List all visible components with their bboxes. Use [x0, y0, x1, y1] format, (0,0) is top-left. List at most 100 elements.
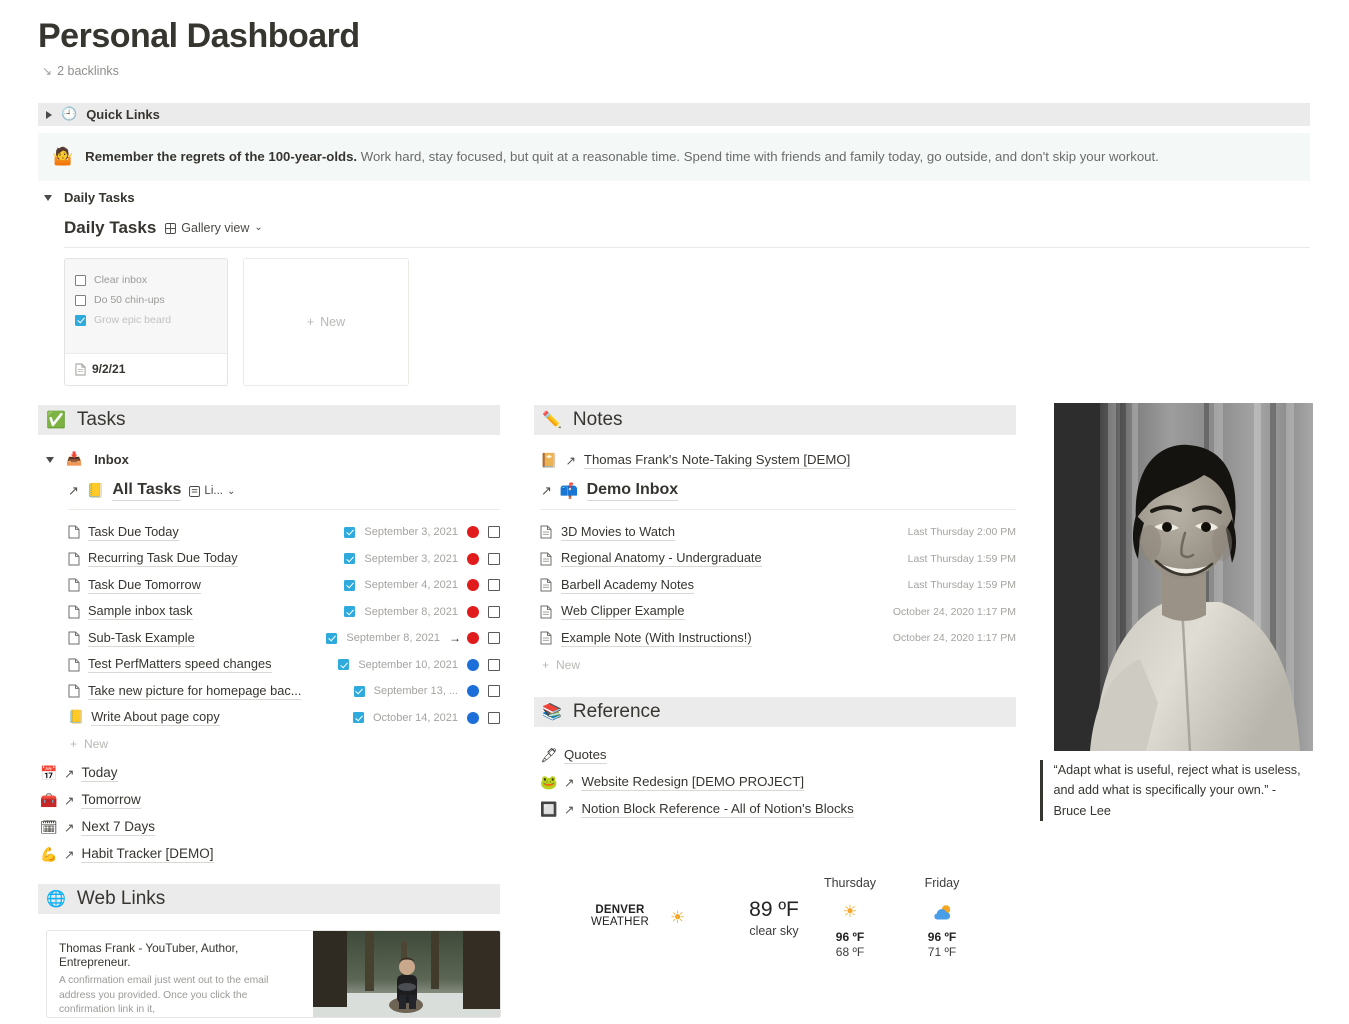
task-name[interactable]: Write About page copy [91, 709, 220, 727]
nav-link-label: Next 7 Days [81, 819, 156, 836]
list-item[interactable]: Web Clipper Example October 24, 2020 1:1… [540, 599, 1016, 626]
gallery-card[interactable]: Clear inbox Do 50 chin-ups Grow epic bea… [64, 258, 228, 386]
chevron-down-icon[interactable]: ⌄ [254, 222, 262, 233]
table-row[interactable]: 📒 Write About page copy October 14, 2021 [68, 705, 500, 732]
grid-icon [165, 223, 177, 234]
checkbox-unchecked[interactable] [488, 658, 500, 671]
checkbox-unchecked[interactable] [75, 274, 86, 286]
checkbox-unchecked[interactable] [488, 526, 500, 539]
check-mark-icon: ✅ [46, 410, 66, 429]
demo-inbox-db-header[interactable]: ↗ 📫 Demo Inbox [541, 481, 679, 501]
bookmark-card[interactable]: Thomas Frank - YouTuber, Author, Entrepr… [46, 930, 501, 1018]
page-icon [68, 525, 80, 539]
card-todo-item[interactable]: Do 50 chin-ups [75, 290, 217, 310]
note-name[interactable]: Web Clipper Example [561, 603, 685, 621]
checkbox-unchecked[interactable] [488, 685, 500, 698]
checkbox-checked[interactable] [344, 579, 356, 591]
task-name[interactable]: Test PerfMatters speed changes [88, 656, 272, 674]
checkbox-checked[interactable] [353, 685, 365, 697]
list-view-label: Li... [204, 485, 223, 497]
task-name[interactable]: Sample inbox task [88, 603, 193, 621]
chevron-down-icon[interactable]: ⌄ [227, 486, 235, 497]
chevron-down-icon[interactable] [44, 194, 52, 201]
list-item[interactable]: Barbell Academy Notes Last Thursday 1:59… [540, 572, 1016, 599]
note-name[interactable]: Barbell Academy Notes [561, 577, 695, 594]
chevron-down-icon[interactable] [46, 456, 54, 463]
task-date: September 10, 2021 [358, 658, 458, 671]
checkbox-unchecked[interactable] [488, 552, 500, 565]
task-name[interactable]: Task Due Tomorrow [88, 577, 201, 594]
note-timestamp: Last Thursday 2:00 PM [907, 526, 1016, 539]
task-meta: September 10, 2021 [338, 658, 500, 671]
checkbox-checked[interactable] [344, 553, 356, 565]
list-view-selector[interactable]: Li... ⌄ [189, 484, 235, 498]
table-row[interactable]: Sub-Task Example September 8, 2021 → [68, 625, 500, 652]
chevron-right-icon[interactable] [46, 110, 52, 119]
reference-link-notion-block-reference[interactable]: 🔲 ↗ Notion Block Reference - All of Noti… [540, 796, 854, 823]
checkbox-checked[interactable] [338, 659, 350, 671]
checkbox-checked[interactable] [326, 632, 338, 644]
section-header-web-links: 🌐 Web Links [38, 884, 500, 914]
nav-link-tomorrow[interactable]: 🧰 ↗ Tomorrow [40, 787, 214, 814]
gallery-view-selector[interactable]: Gallery view ⌄ [165, 221, 263, 235]
card-todo-label: Do 50 chin-ups [94, 294, 165, 306]
divider [64, 247, 1310, 248]
nav-link-next-7-days[interactable]: 🗓 ↗ Next 7 Days [40, 814, 214, 841]
all-tasks-db-name[interactable]: All Tasks [112, 481, 182, 501]
page-icon [68, 552, 80, 566]
daily-tasks-db-name[interactable]: Daily Tasks [64, 218, 156, 238]
checkbox-unchecked[interactable] [75, 294, 86, 306]
new-task-button[interactable]: + New [68, 731, 500, 757]
table-row[interactable]: Sample inbox task September 8, 2021 [68, 599, 500, 626]
task-name[interactable]: Task Due Today [88, 524, 179, 541]
table-row[interactable]: Task Due Today September 3, 2021 [68, 519, 500, 546]
note-name[interactable]: 3D Movies to Watch [561, 524, 676, 541]
backlinks[interactable]: ↙ 2 backlinks [42, 64, 119, 78]
checkbox-checked[interactable] [344, 526, 356, 538]
card-todo-item[interactable]: Grow epic beard [75, 310, 217, 330]
task-name[interactable]: Recurring Task Due Today [88, 550, 238, 568]
card-todo-item[interactable]: Clear inbox [75, 270, 217, 290]
daily-tasks-toggle[interactable]: Daily Tasks [44, 190, 135, 205]
nav-link-today[interactable]: 📅 ↗ Today [40, 760, 214, 787]
checkbox-unchecked[interactable] [488, 711, 500, 724]
page-icon [540, 605, 552, 619]
notes-system-link[interactable]: 📔 ↗ Thomas Frank's Note-Taking System [D… [540, 452, 851, 469]
inbox-toggle[interactable]: 📥 Inbox [46, 452, 129, 467]
quick-links-toggle[interactable]: 🕘 Quick Links [38, 103, 1310, 126]
task-name[interactable]: Take new picture for homepage bac... [88, 683, 302, 700]
task-meta: September 3, 2021 [344, 552, 500, 565]
list-item[interactable]: Regional Anatomy - Undergraduate Last Th… [540, 546, 1016, 573]
checkbox-checked[interactable] [352, 712, 364, 724]
note-name[interactable]: Regional Anatomy - Undergraduate [561, 550, 762, 568]
table-row[interactable]: Take new picture for homepage bac... Sep… [68, 678, 500, 705]
plus-icon: + [542, 657, 550, 672]
task-meta: September 8, 2021 [344, 605, 500, 618]
checkbox-unchecked[interactable] [488, 579, 500, 592]
nav-link-habit-tracker[interactable]: 💪 ↗ Habit Tracker [DEMO] [40, 841, 214, 868]
list-item[interactable]: Example Note (With Instructions!) Octobe… [540, 625, 1016, 652]
gallery-new-card-button[interactable]: + New [243, 258, 409, 386]
task-meta: September 3, 2021 [344, 526, 500, 539]
note-timestamp: Last Thursday 1:59 PM [907, 579, 1016, 592]
inbox-label: Inbox [94, 452, 129, 467]
checkbox-checked[interactable] [75, 314, 86, 326]
table-row[interactable]: Task Due Tomorrow September 4, 2021 [68, 572, 500, 599]
sub-task-arrow-icon: → [449, 631, 461, 646]
reference-link-website-redesign[interactable]: 🐸 ↗ Website Redesign [DEMO PROJECT] [540, 769, 854, 796]
reference-link-quotes[interactable]: 🖋 Quotes [540, 742, 854, 769]
table-row[interactable]: Recurring Task Due Today September 3, 20… [68, 546, 500, 573]
notes-system-label: Thomas Frank's Note-Taking System [DEMO] [583, 452, 851, 469]
new-note-button[interactable]: + New [540, 652, 1016, 678]
checkbox-unchecked[interactable] [488, 605, 500, 618]
list-item[interactable]: 3D Movies to Watch Last Thursday 2:00 PM [540, 519, 1016, 546]
table-row[interactable]: Test PerfMatters speed changes September… [68, 652, 500, 679]
checkbox-checked[interactable] [344, 606, 356, 618]
all-tasks-db-header[interactable]: ↗ 📒 All Tasks Li... ⌄ [68, 481, 235, 501]
checkbox-unchecked[interactable] [488, 632, 500, 645]
section-header-tasks: ✅ Tasks [38, 405, 500, 435]
note-name[interactable]: Example Note (With Instructions!) [561, 630, 752, 647]
task-name[interactable]: Sub-Task Example [88, 630, 195, 647]
weather-label: WEATHER [590, 916, 650, 928]
reference-links: 🖋 Quotes 🐸 ↗ Website Redesign [DEMO PROJ… [540, 742, 854, 823]
